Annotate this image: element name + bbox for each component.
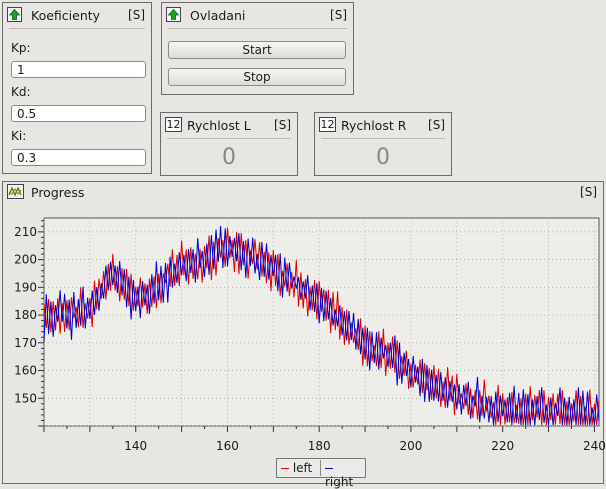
- y-tick-label: 210: [14, 225, 37, 239]
- y-tick-label: 180: [14, 308, 37, 322]
- legend-sep: [320, 460, 321, 476]
- legend-left: left: [281, 461, 312, 475]
- legend-left-swatch: [281, 468, 289, 469]
- x-tick-label: 240: [583, 439, 606, 453]
- x-tick-label: 200: [399, 439, 422, 453]
- x-tick-label: 220: [491, 439, 514, 453]
- x-tick-label: 180: [308, 439, 331, 453]
- x-tick-label: 160: [216, 439, 239, 453]
- y-tick-label: 150: [14, 391, 37, 405]
- legend-left-label: left: [292, 461, 313, 475]
- progress-chart: 140 160 180 200 220 240 150 160 170 180 190 200 210: [14, 217, 606, 453]
- y-tick-label: 190: [14, 280, 37, 294]
- legend-right: right: [325, 461, 365, 489]
- x-tick-label: 140: [124, 439, 147, 453]
- legend-right-label: right: [325, 475, 354, 489]
- y-tick-label: 170: [14, 336, 37, 350]
- y-tick-label: 160: [14, 364, 37, 378]
- chart-legend: left right: [276, 458, 366, 489]
- plot-area: [43, 217, 600, 427]
- legend-right-swatch: [325, 468, 333, 469]
- y-tick-label: 200: [14, 253, 37, 267]
